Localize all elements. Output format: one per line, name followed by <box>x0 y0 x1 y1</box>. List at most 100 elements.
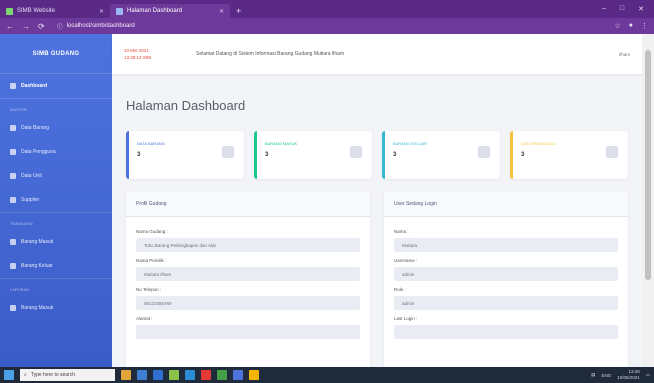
user-menu[interactable]: Ilham <box>619 52 630 57</box>
sidebar-section-laporan: Laporan <box>0 278 112 296</box>
field-label: Username : <box>394 258 418 263</box>
app-icon[interactable] <box>153 370 163 380</box>
stat-card-data-pengguna[interactable]: DATA PENGGUNA 3 <box>510 131 628 179</box>
search-icon: ⌕ <box>24 372 27 378</box>
stat-card-barang-masuk[interactable]: BARANG MASUK 3 <box>254 131 372 179</box>
chrome-icon[interactable] <box>249 370 259 380</box>
forward-icon[interactable]: → <box>22 22 30 31</box>
app-icon[interactable] <box>217 370 227 380</box>
user-panel: User Sedang Login Nama : Mutiara Usernam… <box>384 191 628 381</box>
outbox-icon <box>10 263 16 269</box>
sidebar-item-data-unit[interactable]: Data Unit <box>0 164 112 188</box>
address-bar[interactable]: ⓘ localhost/simb/dashboard <box>52 20 607 32</box>
sidebar-item-supplier[interactable]: Supplier <box>0 188 112 212</box>
close-window-button[interactable]: ✕ <box>638 5 644 13</box>
field-label: Role : <box>394 287 406 292</box>
telepon-field[interactable]: 08123456789 <box>136 296 360 310</box>
sidebar-section-master: Master <box>0 98 112 116</box>
network-icon[interactable]: ▤ <box>591 372 595 378</box>
os-taskbar: ⌕ Type here to search ▤ ENG 13:28 10/05/… <box>0 367 654 383</box>
field-label: Nama Pemilik : <box>136 258 167 263</box>
windows-start-icon[interactable] <box>4 370 14 380</box>
sidebar-item-barang-keluar[interactable]: Barang Keluar <box>0 254 112 278</box>
new-tab-button[interactable]: + <box>236 6 241 16</box>
sidebar: SIMB GUDANG Dashboard Master Data Barang… <box>0 34 112 367</box>
app-icon[interactable] <box>185 370 195 380</box>
url-text: localhost/simb/dashboard <box>66 23 135 29</box>
window-controls: – □ ✕ <box>602 5 654 13</box>
back-icon[interactable]: ← <box>6 22 14 31</box>
app-icon[interactable] <box>233 370 243 380</box>
dashboard-icon <box>10 83 16 89</box>
reload-icon[interactable]: ⟳ <box>38 22 45 31</box>
sidebar-item-data-pengguna[interactable]: Data Pengguna <box>0 140 112 164</box>
notification-icon[interactable]: ▭ <box>646 372 650 378</box>
taskbar-clock[interactable]: 13:28 10/05/2021 <box>617 369 640 381</box>
stat-card-data-barang[interactable]: DATA BARANG 3 <box>126 131 244 179</box>
nama-gudang-field[interactable]: Toko Barang Perlengkapan dan Alat <box>136 238 360 252</box>
browser-toolbar: ← → ⟳ ⓘ localhost/simb/dashboard ☆ ● ⋮ <box>0 18 654 34</box>
clipboard-icon <box>478 146 490 158</box>
panel-title: Profil Gudang <box>126 191 370 217</box>
app-icon[interactable] <box>201 370 211 380</box>
welcome-text: Selamat Datang di Sistem Informasi Baran… <box>196 51 345 57</box>
main-content: Halaman Dashboard DATA BARANG 3 BARANG M… <box>112 74 642 381</box>
maximize-button[interactable]: □ <box>620 5 624 13</box>
browser-tab-bar: SIMB Website ✕ Halaman Dashboard ✕ + – □… <box>0 0 654 18</box>
sidebar-item-data-barang[interactable]: Data Barang <box>0 116 112 140</box>
taskview-icon[interactable] <box>121 370 131 380</box>
stat-card-barang-keluar[interactable]: BARANG KELUAR 3 <box>382 131 500 179</box>
clipboard-icon <box>222 146 234 158</box>
profile-icon[interactable]: ● <box>629 22 633 30</box>
minimize-button[interactable]: – <box>602 5 606 13</box>
sidebar-item-dashboard[interactable]: Dashboard <box>0 74 112 98</box>
truck-icon <box>10 197 16 203</box>
sidebar-item-barang-masuk[interactable]: Barang Masuk <box>0 230 112 254</box>
info-panels: Profil Gudang Nama Gudang : Toko Barang … <box>126 191 628 381</box>
page-scrollbar[interactable] <box>642 34 654 367</box>
app-icon[interactable] <box>169 370 179 380</box>
truck-icon <box>350 146 362 158</box>
explorer-icon[interactable] <box>137 370 147 380</box>
star-icon[interactable]: ☆ <box>614 22 620 30</box>
unit-icon <box>10 173 16 179</box>
box-icon <box>10 125 16 131</box>
top-header: 10 Mei 2021 13:28:14 WIB Selamat Datang … <box>112 34 642 74</box>
scrollbar-thumb[interactable] <box>645 50 651 280</box>
sidebar-brand[interactable]: SIMB GUDANG <box>0 34 112 74</box>
tab-label: Halaman Dashboard <box>127 8 183 14</box>
close-tab-icon[interactable]: ✕ <box>99 8 104 15</box>
inbox-icon <box>10 239 16 245</box>
nama-field[interactable]: Mutiara <box>394 238 618 252</box>
username-field[interactable]: admin <box>394 267 618 281</box>
browser-tab-dashboard[interactable]: Halaman Dashboard ✕ <box>110 4 230 18</box>
field-label: No Telepon : <box>136 287 162 292</box>
datetime: 10 Mei 2021 13:28:14 WIB <box>124 47 168 61</box>
alamat-field[interactable] <box>136 325 360 339</box>
role-field[interactable]: admin <box>394 296 618 310</box>
menu-icon[interactable]: ⋮ <box>641 22 648 30</box>
stat-label: BARANG KELUAR <box>393 141 428 146</box>
language-indicator[interactable]: ENG <box>601 373 611 378</box>
close-tab-icon[interactable]: ✕ <box>219 8 224 15</box>
field-label: Nama : <box>394 229 409 234</box>
taskbar-search-placeholder: Type here to search <box>30 372 76 378</box>
last-login-field[interactable] <box>394 325 618 339</box>
browser-tab-simb[interactable]: SIMB Website ✕ <box>0 4 110 18</box>
current-date: 10 Mei 2021 <box>124 48 149 53</box>
profile-panel: Profil Gudang Nama Gudang : Toko Barang … <box>126 191 370 381</box>
users-icon <box>10 149 16 155</box>
tab-label: SIMB Website <box>17 8 55 14</box>
favicon-icon <box>116 7 123 15</box>
favicon-icon <box>6 7 13 15</box>
current-time: 13:28:14 WIB <box>124 55 152 60</box>
nama-pemilik-field[interactable]: Mutiara Ilham <box>136 267 360 281</box>
page-title: Halaman Dashboard <box>126 98 246 113</box>
sidebar-item-laporan-barang-masuk[interactable]: Barang Masuk <box>0 296 112 320</box>
panel-title: User Sedang Login <box>384 191 628 217</box>
system-tray: ▤ ENG 13:28 10/05/2021 ▭ <box>591 369 650 381</box>
taskbar-search[interactable]: ⌕ Type here to search <box>20 369 115 381</box>
stat-label: DATA PENGGUNA <box>521 141 555 146</box>
users-icon <box>606 146 618 158</box>
field-label: Nama Gudang : <box>136 229 168 234</box>
